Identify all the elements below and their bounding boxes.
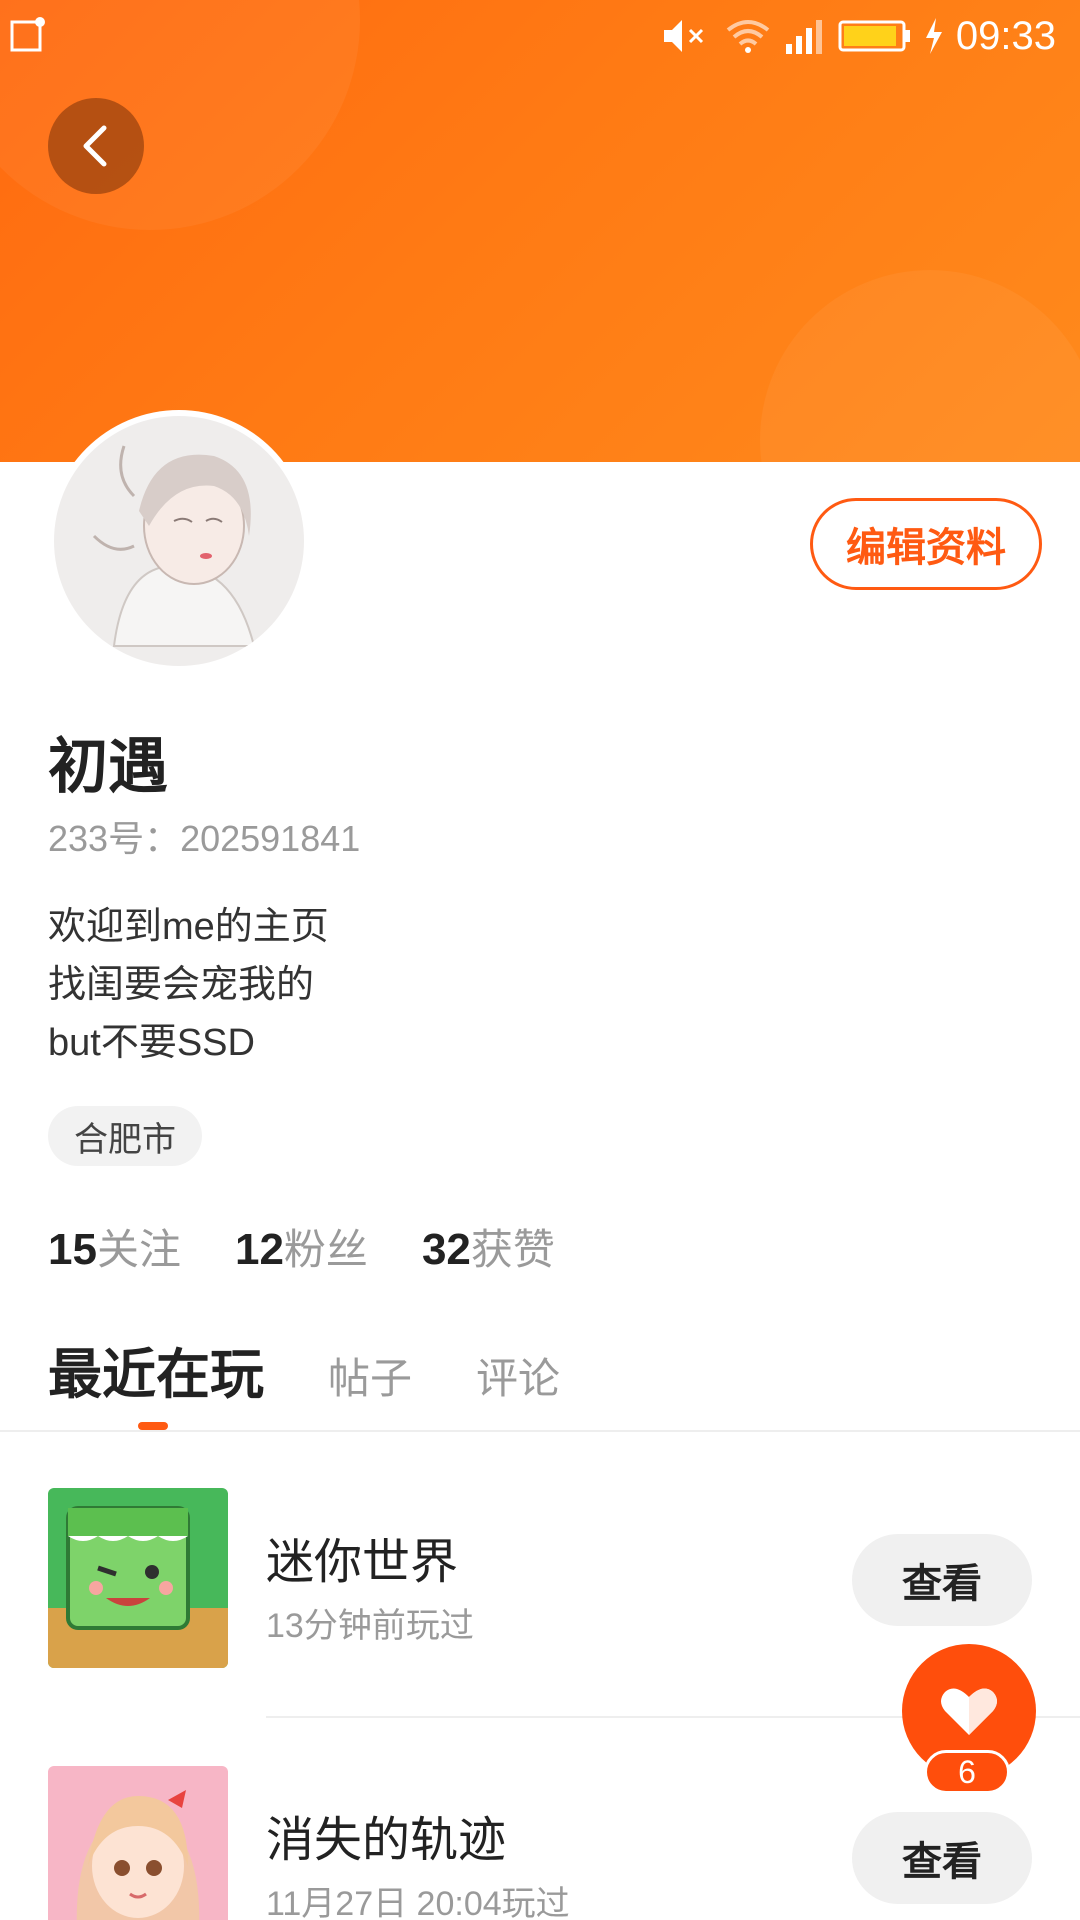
stat-value: 12 [234, 1225, 284, 1274]
view-button[interactable]: 查看 [852, 1812, 1032, 1904]
game-icon [48, 1488, 228, 1668]
charging-icon [925, 18, 942, 54]
avatar-image [54, 416, 304, 666]
game-icon [48, 1766, 228, 1920]
like-count-badge: 6 [924, 1750, 1010, 1794]
game-title: 消失的轨迹 [266, 1812, 507, 1868]
profile-stats: 15 关注 12 粉丝 32 获赞 [48, 1216, 555, 1277]
location-tag: 合肥市 [48, 1106, 202, 1166]
profile-tabs: 最近在玩 帖子 评论 [48, 1330, 560, 1409]
game-last-played: 13分钟前玩过 [266, 1607, 474, 1645]
tab-comments[interactable]: 评论 [476, 1345, 560, 1406]
stat-value: 32 [421, 1225, 471, 1274]
stat-label: 粉丝 [283, 1225, 368, 1274]
tab-active-indicator [138, 1422, 168, 1430]
notification-icon [10, 17, 45, 52]
list-item[interactable]: 消失的轨迹 11月27日 20:04玩过 查看 [0, 1766, 1080, 1920]
status-time: 09:33 [955, 13, 1056, 58]
view-button[interactable]: 查看 [852, 1534, 1032, 1626]
avatar[interactable] [54, 416, 304, 666]
game-thumbnail [48, 1488, 228, 1668]
stat-label: 关注 [96, 1225, 181, 1274]
profile-uid: 233号：202591841 [48, 818, 361, 859]
game-last-played: 11月27日 20:04玩过 [266, 1885, 570, 1920]
chevron-left-icon [83, 125, 107, 167]
profile-page: 09:33 编辑资料 初遇 233号：202591841 欢迎到me的主页 找闺… [0, 0, 1080, 1920]
stat-likes: 32 获赞 [422, 1216, 555, 1277]
edit-profile-button[interactable]: 编辑资料 [810, 498, 1042, 590]
divider [0, 1430, 1080, 1432]
stat-following[interactable]: 15 关注 [48, 1216, 181, 1277]
bio-line: but不要SSD [48, 1022, 255, 1064]
signal-icon [785, 20, 822, 54]
game-thumbnail [48, 1766, 228, 1920]
bio-line: 找闺要会宠我的 [48, 964, 315, 1006]
heart-icon [941, 1688, 997, 1735]
stat-value: 15 [48, 1225, 97, 1274]
list-item[interactable]: 迷你世界 13分钟前玩过 查看 [0, 1488, 1080, 1668]
tab-recently-played[interactable]: 最近在玩 [48, 1330, 264, 1409]
bio-line: 欢迎到me的主页 [48, 906, 329, 948]
banner-decor-circle [760, 270, 1080, 462]
back-button[interactable] [48, 98, 144, 194]
stat-label: 获赞 [470, 1225, 555, 1274]
tab-posts[interactable]: 帖子 [328, 1345, 412, 1406]
profile-bio: 欢迎到me的主页 找闺要会宠我的 but不要SSD [48, 898, 329, 1072]
battery-icon [838, 20, 910, 52]
wifi-icon [726, 20, 770, 53]
mute-icon [663, 20, 703, 52]
game-title: 迷你世界 [266, 1534, 459, 1590]
stat-followers[interactable]: 12 粉丝 [235, 1216, 368, 1277]
profile-name: 初遇 [48, 732, 168, 802]
status-bar: 09:33 [0, 0, 1080, 74]
